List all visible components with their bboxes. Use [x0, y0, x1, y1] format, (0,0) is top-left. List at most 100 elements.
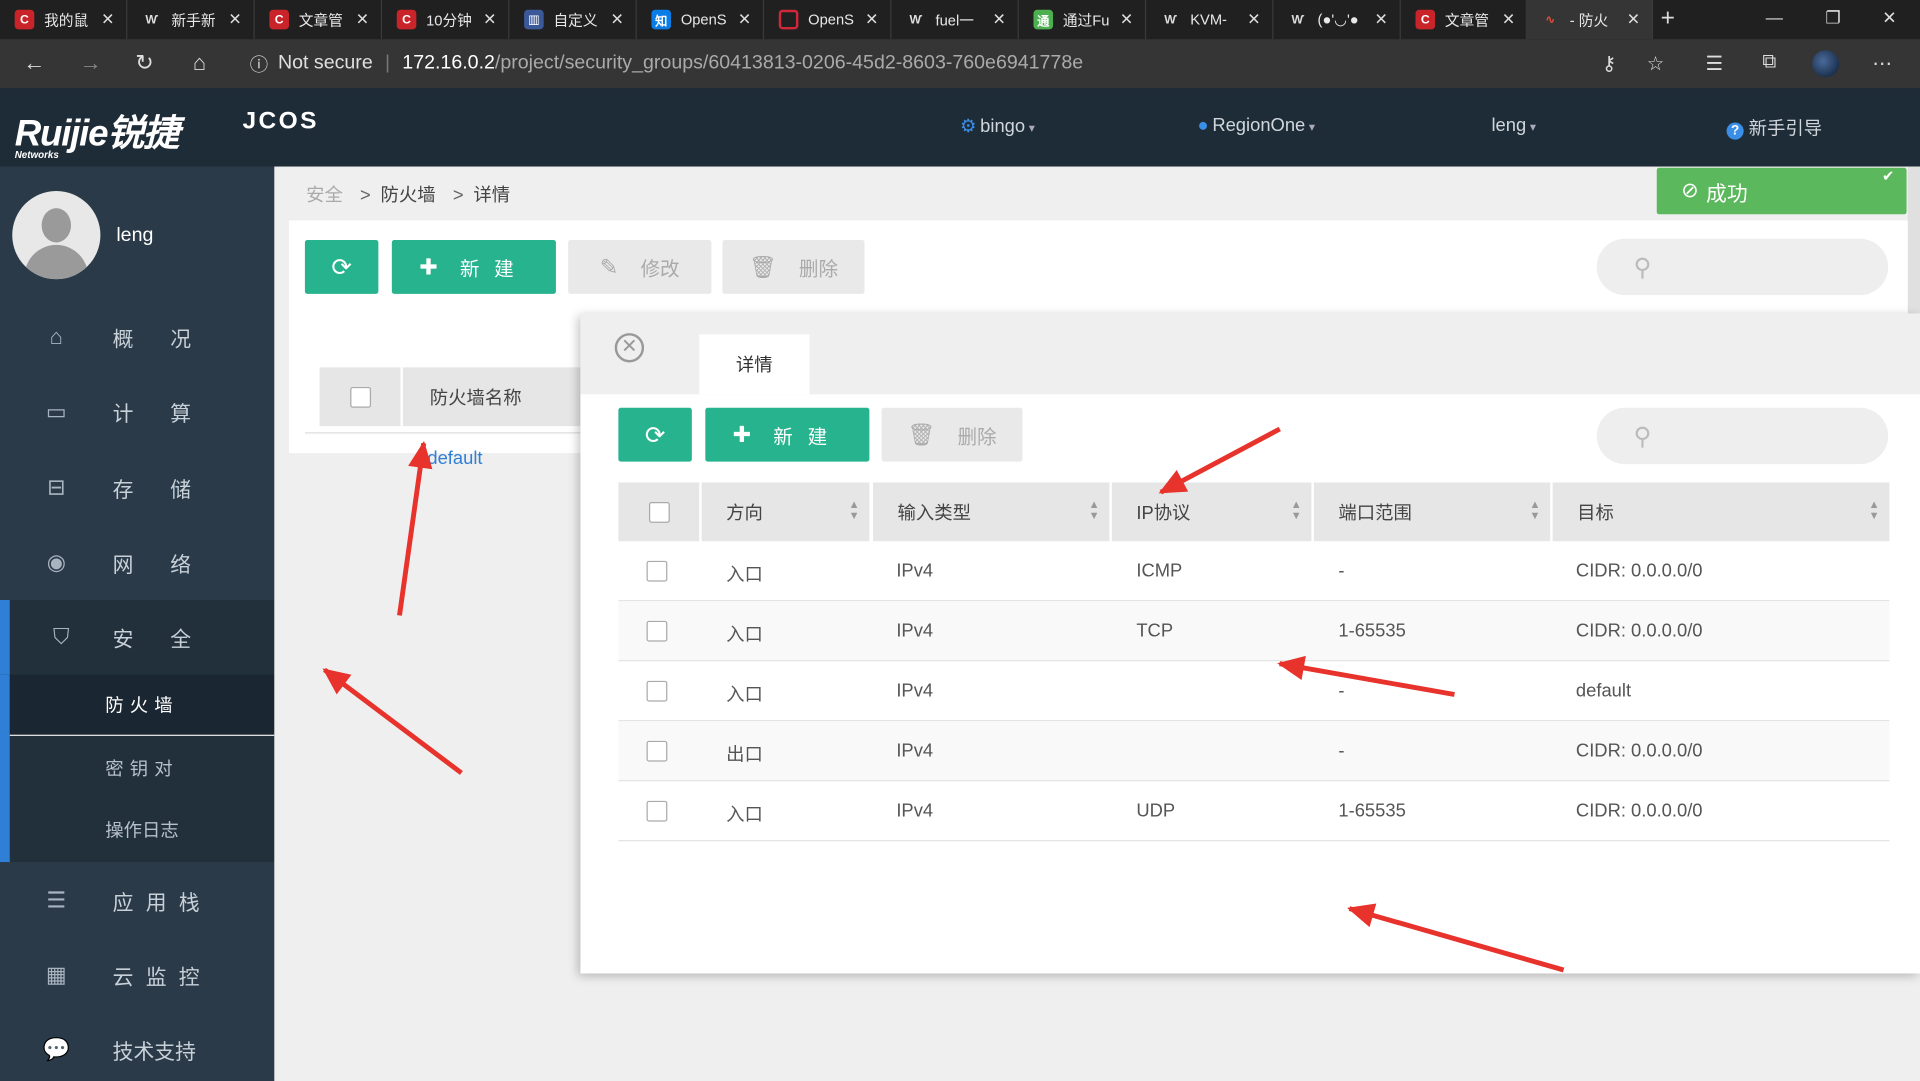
restore-icon[interactable]: ❐: [1815, 7, 1852, 28]
table-row[interactable]: 入口 IPv4 TCP 1-65535 CIDR: 0.0.0.0/0: [618, 601, 1890, 662]
project-dropdown[interactable]: ⚙ bingo ▾: [960, 115, 1035, 137]
delete-rule-button[interactable]: 🗑 删除: [881, 407, 1023, 462]
row-checkbox[interactable]: [646, 740, 668, 762]
browser-tab[interactable]: Ⱳ 新手新 ✕: [127, 0, 255, 40]
search-input[interactable]: ⚲: [1596, 238, 1889, 296]
close-icon[interactable]: ✕: [224, 10, 246, 30]
close-icon[interactable]: ✕: [1243, 10, 1265, 30]
close-icon[interactable]: ✕: [988, 10, 1010, 30]
browser-tab[interactable]: Ⱳfuel一 ✕: [891, 0, 1019, 40]
minimize-icon[interactable]: —: [1756, 7, 1793, 27]
sidebar-item-support[interactable]: 💬 技术支持: [0, 1013, 274, 1081]
sidebar-item-overview[interactable]: ⌂ 概况: [0, 300, 274, 375]
new-rule-button[interactable]: ✚ 新建: [705, 407, 870, 462]
key-icon[interactable]: ⚷: [1594, 51, 1623, 75]
user-dropdown[interactable]: leng ▾: [1491, 115, 1536, 136]
tab-details[interactable]: 详情: [699, 334, 810, 395]
select-all-checkbox[interactable]: [648, 501, 670, 523]
table-row[interactable]: 出口 IPv4 - CIDR: 0.0.0.0/0: [618, 721, 1890, 782]
browser-tab[interactable]: 知 OpenS ✕: [637, 0, 765, 40]
breadcrumb-item[interactable]: 防火墙: [381, 185, 436, 206]
browser-tab[interactable]: 通通过Fu ✕: [1019, 0, 1147, 40]
rule-search-input[interactable]: ⚲: [1596, 407, 1889, 465]
product-name: JCOS: [242, 107, 319, 135]
favorites-icon[interactable]: ☰: [1700, 51, 1729, 75]
close-icon[interactable]: ✕: [1498, 10, 1520, 30]
close-circle-icon[interactable]: ✕: [614, 333, 645, 363]
row-checkbox[interactable]: [646, 800, 668, 822]
chevron-down-icon: ▾: [1308, 121, 1316, 135]
star-icon[interactable]: ☆: [1641, 51, 1670, 75]
close-icon[interactable]: ✕: [1116, 10, 1138, 30]
sidebar-subitem-oplog[interactable]: 操作日志: [10, 798, 274, 859]
edit-button[interactable]: ✎ 修改: [568, 240, 712, 294]
column-header-protocol[interactable]: IP协议 ▲ ▼: [1111, 482, 1312, 542]
refresh-button[interactable]: ⟳: [304, 240, 379, 294]
column-header-ethertype[interactable]: 输入类型 ▲ ▼: [873, 482, 1110, 542]
close-icon[interactable]: ✕: [733, 10, 755, 30]
more-icon[interactable]: ⋯: [1867, 51, 1896, 75]
browser-tab[interactable]: OpenS ✕: [764, 0, 892, 40]
sidebar-item-network[interactable]: ◉ 网络: [0, 525, 274, 600]
browser-tab[interactable]: C 10分钟 ✕: [382, 0, 510, 40]
close-icon[interactable]: ✕: [351, 10, 373, 30]
info-icon[interactable]: ⓘ: [250, 51, 268, 77]
table-row[interactable]: 入口 IPv4 - default: [618, 661, 1890, 722]
monitor-icon: ▭: [45, 399, 67, 424]
firewall-link-default[interactable]: default: [427, 448, 482, 469]
new-firewall-button[interactable]: ✚ 新建: [391, 240, 556, 294]
breadcrumb-item[interactable]: 安全: [306, 185, 343, 206]
close-icon[interactable]: ✕: [1370, 10, 1392, 30]
row-checkbox[interactable]: [646, 560, 668, 582]
close-icon[interactable]: ✕: [479, 10, 501, 30]
sidebar-item-security[interactable]: ⛉ 安全: [0, 600, 275, 675]
collections-icon[interactable]: ⧉: [1755, 51, 1784, 73]
close-icon[interactable]: ✕: [1622, 10, 1644, 30]
select-all-checkbox[interactable]: [349, 386, 371, 408]
detail-refresh-button[interactable]: ⟳: [618, 407, 692, 462]
scrollbar[interactable]: [1907, 166, 1920, 314]
profile-avatar[interactable]: [1812, 50, 1840, 78]
forward-arrow-icon[interactable]: →: [76, 50, 105, 76]
browser-tab[interactable]: ▥ 自定义 ✕: [509, 0, 637, 40]
close-icon[interactable]: ✕: [97, 10, 119, 30]
sidebar-item-storage[interactable]: ⊟ 存储: [0, 451, 274, 526]
openstack-icon: Ⱳ: [145, 12, 159, 27]
delete-button[interactable]: 🗑 删除: [722, 240, 865, 294]
sidebar-item-monitor[interactable]: ▦ 云监控: [0, 938, 274, 1013]
back-arrow-icon[interactable]: ←: [20, 50, 49, 76]
sidebar-subitem-firewall[interactable]: 防火墙: [9, 674, 275, 736]
table-row[interactable]: 入口 IPv4 UDP 1-65535 CIDR: 0.0.0.0/0: [618, 781, 1890, 842]
browser-tab[interactable]: Ⱳ KVM- ✕: [1146, 0, 1274, 40]
plus-icon: ✚: [419, 254, 438, 279]
close-icon[interactable]: ✕: [606, 10, 628, 30]
url-field[interactable]: ⓘ Not secure | 172.16.0.2/project/securi…: [240, 44, 1673, 84]
guide-link[interactable]: ? 新手引导: [1726, 115, 1822, 141]
home-icon[interactable]: ⌂: [185, 50, 214, 76]
trash-icon: 🗑: [748, 254, 777, 279]
row-checkbox[interactable]: [646, 620, 668, 642]
browser-tab-active[interactable]: ∿ - 防火 ✕: [1525, 0, 1654, 40]
table-row[interactable]: 入口 IPv4 ICMP - CIDR: 0.0.0.0/0: [618, 541, 1890, 602]
browser-tab[interactable]: Ⱳ (●'◡'● ✕: [1273, 0, 1401, 40]
sidebar-item-stacks[interactable]: ☰ 应用栈: [0, 863, 274, 938]
window-close-icon[interactable]: ✕: [1871, 7, 1908, 28]
sidebar-item-compute[interactable]: ▭ 计算: [0, 375, 274, 450]
check-icon[interactable]: ✔: [1882, 168, 1894, 185]
globe-icon: ◉: [46, 549, 66, 575]
column-header-target[interactable]: 目标 ▲ ▼: [1552, 482, 1890, 542]
browser-tab[interactable]: C 文章管 ✕: [1401, 0, 1529, 40]
new-tab-button[interactable]: +: [1653, 5, 1682, 33]
brand-logo[interactable]: Ruijie锐捷 Networks: [15, 103, 180, 161]
refresh-icon[interactable]: ↻: [130, 50, 159, 76]
browser-tab[interactable]: C 文章管 ✕: [255, 0, 383, 40]
region-dropdown[interactable]: ● RegionOne ▾: [1198, 115, 1316, 136]
column-header-direction[interactable]: 方向 ▲ ▼: [701, 482, 870, 542]
browser-tab[interactable]: C 我的鼠 ✕: [0, 0, 128, 40]
gears-icon: ⚙: [960, 116, 977, 138]
row-checkbox[interactable]: [646, 680, 668, 702]
close-icon[interactable]: ✕: [861, 10, 883, 30]
sidebar-subitem-keypairs[interactable]: 密钥对: [10, 737, 274, 798]
column-header-port-range[interactable]: 端口范围 ▲ ▼: [1313, 482, 1551, 542]
check-circle-icon: ⊘: [1681, 178, 1699, 203]
